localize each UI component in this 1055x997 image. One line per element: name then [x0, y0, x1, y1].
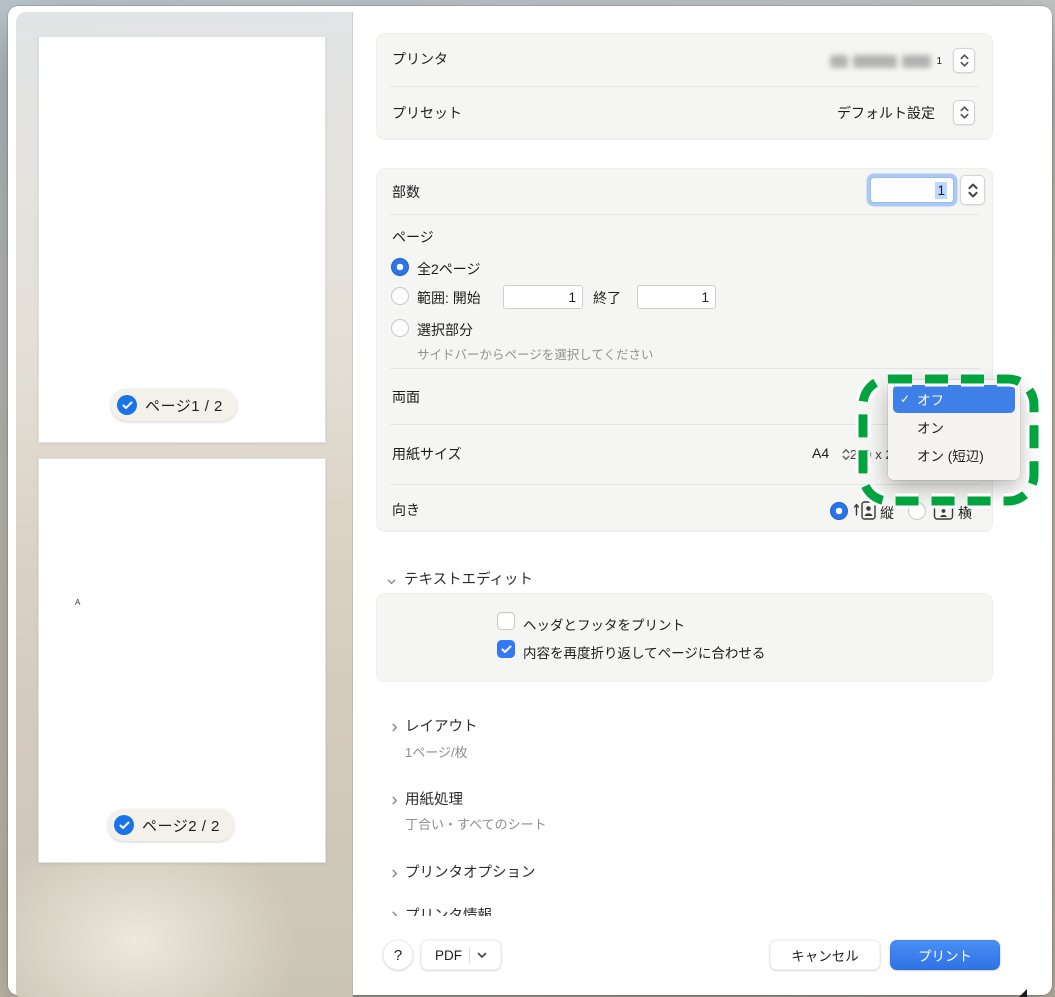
paper-handling-section-subtitle: 丁合い・すべてのシート	[405, 814, 547, 833]
chevron-right-icon[interactable]	[389, 793, 401, 805]
separator	[390, 214, 979, 215]
copies-label: 部数	[392, 182, 420, 202]
printer-stepper-icon[interactable]	[953, 48, 975, 73]
chevron-right-icon[interactable]	[389, 720, 401, 732]
range-start-value: 1	[568, 290, 576, 305]
page-1-badge: ページ1 / 2	[111, 389, 237, 421]
pages-selection-hint: サイドバーからページを選択してください	[417, 344, 654, 363]
page-1-check-icon[interactable]	[117, 395, 137, 415]
help-button-label: ?	[394, 947, 402, 964]
paper-size-label: 用紙サイズ	[392, 444, 462, 464]
pages-range-label: 範囲: 開始	[417, 288, 481, 308]
printer-name-superscript: 1	[936, 56, 942, 67]
header-footer-checkbox-label: ヘッダとフッタをプリント	[523, 614, 685, 634]
divider	[469, 947, 470, 963]
orientation-label: 向き	[392, 500, 420, 520]
range-end-value: 1	[701, 290, 709, 305]
menu-item-on[interactable]: オン	[893, 413, 1015, 441]
chevron-down-icon	[477, 952, 487, 959]
printer-info-section-clipped[interactable]: プリンタ情報	[381, 904, 701, 916]
rewrap-checkbox-label: 内容を再度折り返してページに合わせる	[523, 642, 765, 662]
copies-input[interactable]: 1	[870, 177, 954, 203]
chevron-right-icon[interactable]	[389, 866, 401, 878]
range-start-input[interactable]: 1	[503, 285, 583, 309]
separator	[390, 484, 979, 485]
separator	[390, 368, 979, 369]
orientation-portrait-radio[interactable]	[830, 502, 848, 520]
orientation-landscape-radio[interactable]	[908, 502, 926, 520]
page-preview-1[interactable]	[38, 36, 326, 443]
pdf-button-label: PDF	[435, 948, 462, 963]
print-button-label: プリント	[918, 945, 972, 965]
redacted-segment	[853, 55, 897, 68]
page-2-check-icon[interactable]	[114, 815, 134, 835]
preset-label: プリセット	[392, 103, 462, 123]
resize-handle[interactable]	[1015, 989, 1027, 997]
range-end-input[interactable]: 1	[637, 285, 716, 309]
copies-stepper-icon[interactable]	[960, 175, 985, 205]
preset-value[interactable]: デフォルト設定	[837, 103, 935, 123]
cancel-button-label: キャンセル	[791, 945, 859, 965]
copies-value: 1	[935, 182, 947, 199]
help-button[interactable]: ?	[383, 940, 413, 970]
page-2-badge-label: ページ2 / 2	[142, 815, 220, 836]
print-button[interactable]: プリント	[890, 940, 1000, 970]
orientation-portrait-label: 縦	[880, 503, 894, 523]
two-sided-label: 両面	[392, 387, 420, 407]
header-footer-checkbox[interactable]	[497, 612, 515, 630]
printer-info-section-title: プリンタ情報	[405, 904, 492, 916]
redacted-segment	[902, 55, 932, 68]
menu-item-off[interactable]: ✓ オフ	[893, 385, 1015, 413]
preview-pane: ページ1 / 2 A ページ2 / 2	[16, 12, 353, 997]
cancel-button[interactable]: キャンセル	[770, 940, 880, 970]
printer-name-redacted[interactable]: 1	[830, 53, 942, 69]
page-1-badge-label: ページ1 / 2	[145, 395, 223, 416]
paper-handling-section-title[interactable]: 用紙処理	[405, 788, 463, 809]
two-sided-dropdown-menu: ✓ オフ オン オン (短辺)	[888, 380, 1020, 480]
redacted-segment	[830, 55, 848, 68]
page-preview-2[interactable]	[38, 458, 326, 863]
landscape-orientation-icon	[933, 504, 954, 526]
pages-selection-radio[interactable]	[391, 319, 409, 337]
checkmark-icon: ✓	[900, 392, 910, 406]
pages-selection-label: 選択部分	[417, 320, 473, 340]
pages-range-radio[interactable]	[391, 287, 409, 305]
page-2-badge: ページ2 / 2	[108, 809, 234, 841]
rewrap-checkbox[interactable]	[497, 640, 515, 658]
pages-range-end-label: 終了	[593, 288, 621, 308]
pages-all-radio[interactable]	[391, 258, 409, 276]
menu-item-label: オフ	[917, 389, 944, 409]
page-2-document-text: A	[75, 598, 80, 607]
printer-options-section-title[interactable]: プリンタオプション	[405, 861, 536, 882]
textedit-options-card	[376, 593, 993, 682]
chevron-right-icon	[389, 908, 401, 916]
chevron-down-icon[interactable]	[386, 574, 398, 586]
portrait-orientation-icon	[853, 500, 877, 526]
layout-section-subtitle: 1ページ/枚	[405, 742, 468, 761]
pages-label: ページ	[392, 227, 434, 247]
orientation-landscape-label: 横	[958, 503, 972, 523]
pages-all-label: 全2ページ	[417, 259, 481, 279]
separator	[390, 86, 979, 87]
textedit-section-title[interactable]: テキストエディット	[404, 568, 533, 589]
layout-section-title[interactable]: レイアウト	[405, 715, 478, 736]
pdf-button[interactable]: PDF	[421, 940, 501, 970]
preset-stepper-icon[interactable]	[953, 100, 975, 125]
menu-item-label: オン	[917, 417, 944, 437]
paper-size-value[interactable]: A4	[812, 445, 829, 461]
printer-label: プリンタ	[392, 49, 448, 69]
menu-item-on-short-edge[interactable]: オン (短辺)	[893, 441, 1015, 469]
menu-item-label: オン (短辺)	[917, 445, 984, 465]
print-dialog: ページ1 / 2 A ページ2 / 2 プリンタ 1 プリセット デフォルト設定…	[8, 6, 1052, 995]
